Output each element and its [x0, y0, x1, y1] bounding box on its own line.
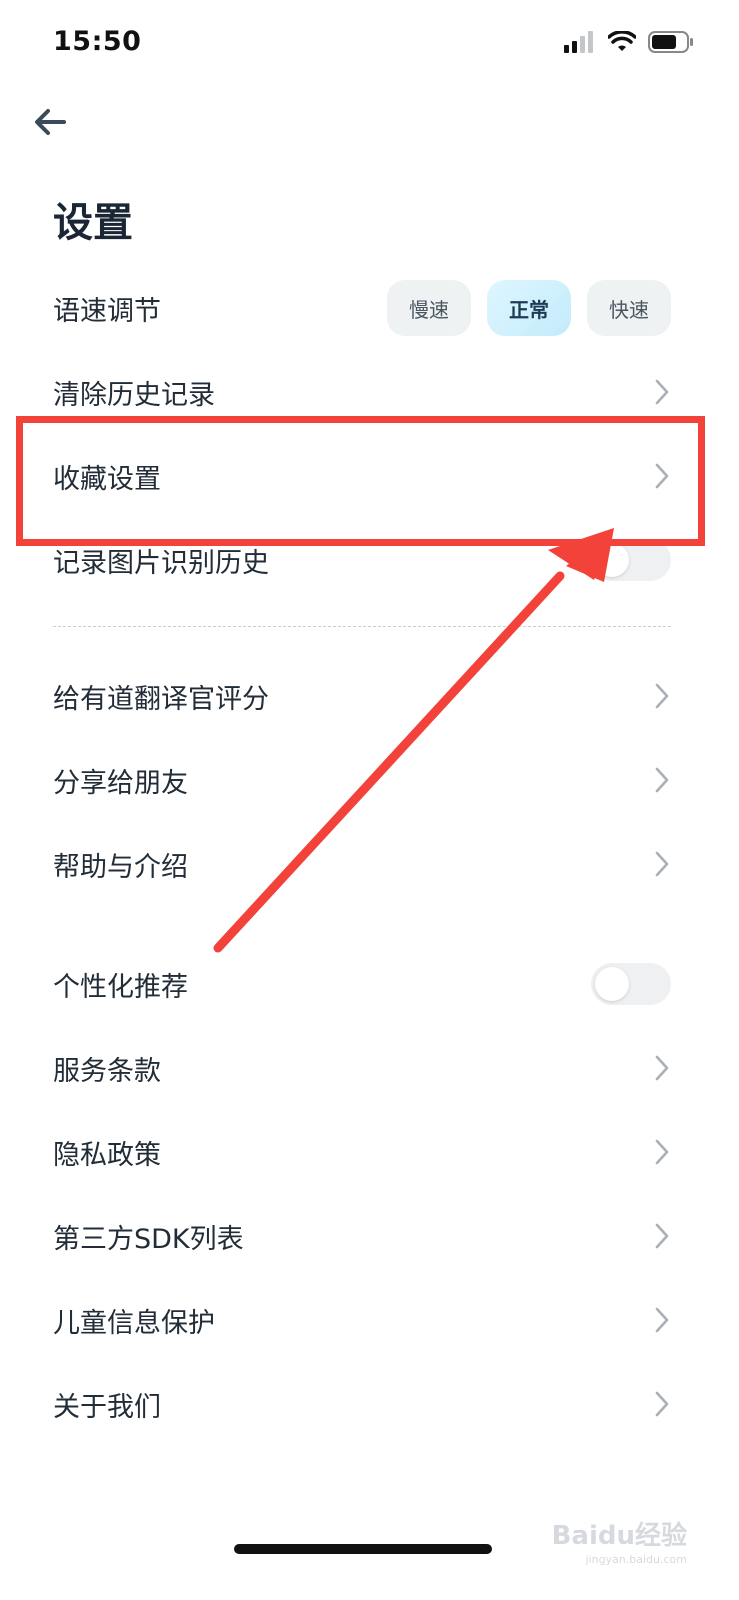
chevron-right-icon [655, 1391, 669, 1417]
chevron-right-icon [655, 683, 669, 709]
row-label: 关于我们 [53, 1391, 161, 1423]
home-indicator [234, 1544, 492, 1554]
speed-options: 慢速 正常 快速 [387, 280, 671, 336]
watermark-url: jingyan.baidu.com [585, 1553, 687, 1566]
row-label: 隐私政策 [53, 1139, 161, 1171]
battery-icon [648, 31, 693, 53]
settings-row-share[interactable]: 分享给朋友 [0, 738, 739, 822]
settings-row-privacy[interactable]: 隐私政策 [0, 1110, 739, 1194]
row-label: 帮助与介绍 [53, 851, 188, 883]
speed-slow-button[interactable]: 慢速 [387, 280, 471, 336]
row-label: 记录图片识别历史 [53, 547, 269, 579]
settings-row-child-protection[interactable]: 儿童信息保护 [0, 1278, 739, 1362]
speed-row: 语速调节 慢速 正常 快速 [0, 266, 739, 350]
watermark-brand: Baidu经验 [551, 1521, 687, 1551]
toggle-knob [595, 543, 629, 577]
section-divider [53, 626, 671, 627]
row-label: 儿童信息保护 [53, 1307, 215, 1339]
wifi-icon [608, 31, 636, 51]
row-label: 服务条款 [53, 1055, 161, 1087]
speed-normal-button[interactable]: 正常 [487, 280, 571, 336]
status-time: 15:50 [53, 26, 142, 57]
settings-row-about[interactable]: 关于我们 [0, 1362, 739, 1446]
chevron-right-icon [655, 767, 669, 793]
row-label: 给有道翻译官评分 [53, 683, 269, 715]
personalized-toggle[interactable] [591, 963, 671, 1005]
status-bar: 15:50 [0, 0, 739, 90]
settings-row-personalized: 个性化推荐 [0, 942, 739, 1026]
speed-fast-button[interactable]: 快速 [587, 280, 671, 336]
status-icons [564, 30, 694, 54]
chevron-right-icon [655, 851, 669, 877]
chevron-right-icon [655, 1223, 669, 1249]
page-title: 设置 [53, 200, 133, 246]
settings-row-terms[interactable]: 服务条款 [0, 1026, 739, 1110]
row-label: 第三方SDK列表 [53, 1223, 244, 1255]
settings-row-sdk-list[interactable]: 第三方SDK列表 [0, 1194, 739, 1278]
chevron-right-icon [655, 379, 669, 405]
back-arrow-icon [35, 109, 66, 135]
settings-row-rate-app[interactable]: 给有道翻译官评分 [0, 654, 739, 738]
row-label: 分享给朋友 [53, 767, 188, 799]
row-label: 清除历史记录 [53, 379, 215, 411]
chevron-right-icon [655, 1055, 669, 1081]
speed-label: 语速调节 [53, 295, 161, 327]
annotation-highlight-box [16, 416, 705, 546]
chevron-right-icon [655, 1139, 669, 1165]
chevron-right-icon [655, 1307, 669, 1333]
signal-icon [564, 31, 593, 53]
toggle-knob [595, 967, 629, 1001]
back-button[interactable] [28, 100, 76, 144]
settings-row-help[interactable]: 帮助与介绍 [0, 822, 739, 906]
row-label: 个性化推荐 [53, 971, 188, 1003]
